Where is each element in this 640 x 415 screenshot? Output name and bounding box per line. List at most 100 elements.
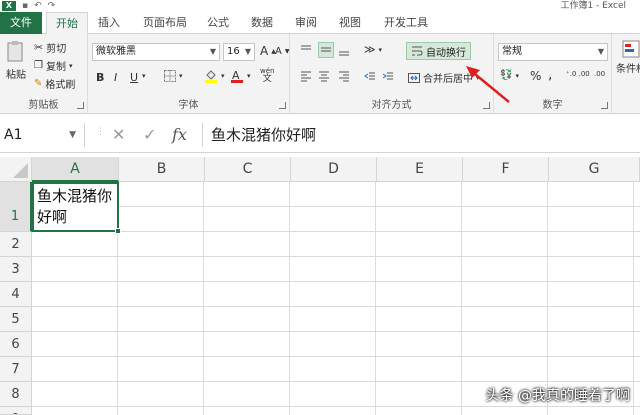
dialog-launcher-icon[interactable] bbox=[483, 102, 490, 109]
tab-page-layout[interactable]: 页面布局 bbox=[134, 12, 196, 34]
increase-indent-button[interactable] bbox=[382, 70, 394, 82]
styles-group: 条件格 bbox=[612, 34, 640, 114]
enter-check-icon[interactable]: ✓ bbox=[143, 125, 156, 144]
number-format-combo[interactable]: 常规 ▼ bbox=[498, 43, 608, 61]
tab-insert[interactable]: 插入 bbox=[88, 12, 130, 34]
align-top-icon bbox=[301, 45, 311, 50]
row-header-3[interactable]: 3 bbox=[0, 257, 32, 282]
shrink-font-button[interactable]: A ▼ bbox=[275, 46, 289, 57]
grow-font-button[interactable]: A ▲ bbox=[260, 44, 276, 58]
cut-button[interactable]: ✂ 剪切 bbox=[34, 40, 66, 55]
tab-review[interactable]: 审阅 bbox=[286, 12, 326, 34]
tab-view[interactable]: 视图 bbox=[330, 12, 370, 34]
align-center-icon bbox=[319, 71, 329, 82]
align-right-button[interactable] bbox=[338, 70, 350, 82]
align-bottom-icon bbox=[339, 51, 349, 56]
formula-input[interactable]: 鱼木混猪你好啊 bbox=[202, 123, 640, 147]
column-header-g[interactable]: G bbox=[549, 157, 640, 182]
column-header-e[interactable]: E bbox=[377, 157, 463, 182]
insert-function-icon[interactable]: fx bbox=[172, 125, 187, 144]
paintbrush-icon: ✎ bbox=[34, 78, 43, 89]
align-right-icon bbox=[339, 71, 349, 82]
percent-button[interactable]: % bbox=[530, 69, 541, 83]
tab-home[interactable]: 开始 bbox=[46, 12, 88, 35]
decrease-decimal-button[interactable]: .00 bbox=[594, 70, 605, 78]
copy-icon: ❐ bbox=[34, 60, 43, 71]
alignment-group: ≫ ▾ 自动换行 合并后居中 ▾ 对齐方式 bbox=[290, 34, 494, 114]
align-left-button[interactable] bbox=[300, 70, 312, 82]
align-center-button[interactable] bbox=[318, 70, 330, 82]
dialog-launcher-icon[interactable] bbox=[77, 102, 84, 109]
wrap-text-icon bbox=[412, 46, 423, 56]
cell-area[interactable] bbox=[32, 182, 640, 415]
orientation-button[interactable]: ≫ ▾ bbox=[364, 43, 382, 56]
conditional-formatting-icon bbox=[622, 40, 640, 58]
save-icon[interactable]: ▪ bbox=[22, 1, 28, 11]
font-group: 微软雅黑 ▼ 16 ▼ A ▲ A ▼ B I U ▾ ▾ ▾ A ▾ wén 文 字体 bbox=[88, 34, 290, 114]
row-header-5[interactable]: 5 bbox=[0, 307, 32, 332]
font-color-button[interactable]: A ▾ bbox=[230, 69, 251, 83]
font-color-icon: A bbox=[231, 69, 243, 83]
cancel-icon[interactable]: ✕ bbox=[112, 125, 125, 144]
quick-access-toolbar: X ▪ ↶ ↷ bbox=[2, 0, 55, 12]
fill-color-button[interactable]: ▾ bbox=[204, 69, 225, 83]
font-size-combo[interactable]: 16 ▼ bbox=[223, 43, 255, 61]
clipboard-group: 粘贴 ✂ 剪切 ❐ 复制 ▾ ✎ 格式刷 剪贴板 bbox=[0, 34, 88, 114]
phonetic-button[interactable]: wén 文 bbox=[260, 67, 274, 84]
chevron-down-icon: ▾ bbox=[179, 72, 183, 80]
select-all-corner[interactable] bbox=[0, 157, 32, 182]
dialog-launcher-icon[interactable] bbox=[279, 102, 286, 109]
borders-button[interactable]: ▾ bbox=[164, 70, 183, 82]
phonetic-icon: 文 bbox=[262, 74, 272, 84]
cell-a1[interactable]: 鱼木混猪你好啊 bbox=[32, 182, 121, 234]
paste-button[interactable]: 粘贴 bbox=[4, 40, 28, 81]
row-header-1[interactable]: 1 bbox=[0, 182, 32, 232]
chevron-down-icon: ▼ bbox=[209, 47, 216, 56]
middle-align-button[interactable] bbox=[318, 42, 334, 58]
increase-decimal-button[interactable]: ⁺.0 .00 bbox=[566, 70, 590, 78]
merge-cells-icon bbox=[408, 72, 420, 83]
merge-center-button[interactable]: 合并后居中 ▾ bbox=[408, 70, 480, 85]
tab-data[interactable]: 数据 bbox=[242, 12, 282, 34]
tab-file[interactable]: 文件 bbox=[0, 12, 42, 34]
conditional-formatting-button[interactable]: 条件格 bbox=[616, 40, 640, 75]
decrease-indent-button[interactable] bbox=[364, 70, 376, 82]
row-header-4[interactable]: 4 bbox=[0, 282, 32, 307]
chevron-down-icon[interactable]: ▾ bbox=[142, 72, 146, 80]
fill-handle[interactable] bbox=[115, 228, 121, 234]
redo-icon[interactable]: ↷ bbox=[48, 1, 56, 11]
top-align-button[interactable] bbox=[300, 44, 312, 56]
row-header-9[interactable]: 9 bbox=[0, 407, 32, 415]
clipboard-icon bbox=[7, 41, 23, 62]
column-header-a[interactable]: A bbox=[32, 157, 119, 182]
column-header-f[interactable]: F bbox=[463, 157, 549, 182]
copy-button[interactable]: ❐ 复制 ▾ bbox=[34, 58, 72, 73]
name-box[interactable]: A1 ▼ bbox=[0, 123, 85, 147]
bottom-align-button[interactable] bbox=[338, 44, 350, 56]
row-header-8[interactable]: 8 bbox=[0, 382, 32, 407]
row-header-6[interactable]: 6 bbox=[0, 332, 32, 357]
column-header-c[interactable]: C bbox=[205, 157, 291, 182]
watermark: 头条 @我真的睡着了啊 bbox=[485, 388, 630, 404]
column-header-b[interactable]: B bbox=[119, 157, 205, 182]
underline-button[interactable]: U bbox=[130, 71, 138, 84]
format-painter-button[interactable]: ✎ 格式刷 bbox=[34, 76, 75, 91]
number-group-label: 数字 bbox=[542, 100, 563, 111]
dialog-launcher-icon[interactable] bbox=[601, 102, 608, 109]
font-name-combo[interactable]: 微软雅黑 ▼ bbox=[92, 43, 220, 61]
wrap-text-button[interactable]: 自动换行 bbox=[406, 42, 471, 60]
tab-developer[interactable]: 开发工具 bbox=[376, 12, 436, 34]
row-header-2[interactable]: 2 bbox=[0, 232, 32, 257]
column-header-d[interactable]: D bbox=[291, 157, 377, 182]
undo-icon[interactable]: ↶ bbox=[34, 1, 42, 11]
chevron-down-icon: ▾ bbox=[515, 71, 519, 80]
number-group: 常规 ▼ 💱 ▾ % , ⁺.0 .00 .00 数字 bbox=[494, 34, 612, 114]
accounting-format-button[interactable]: 💱 ▾ bbox=[500, 70, 519, 81]
italic-button[interactable]: I bbox=[114, 71, 117, 84]
tab-formulas[interactable]: 公式 bbox=[198, 12, 238, 34]
chevron-down-icon: ▼ bbox=[597, 47, 604, 56]
comma-button[interactable]: , bbox=[548, 67, 552, 83]
row-header-7[interactable]: 7 bbox=[0, 357, 32, 382]
text-orientation-icon: ≫ bbox=[364, 43, 376, 56]
bold-button[interactable]: B bbox=[96, 71, 104, 84]
